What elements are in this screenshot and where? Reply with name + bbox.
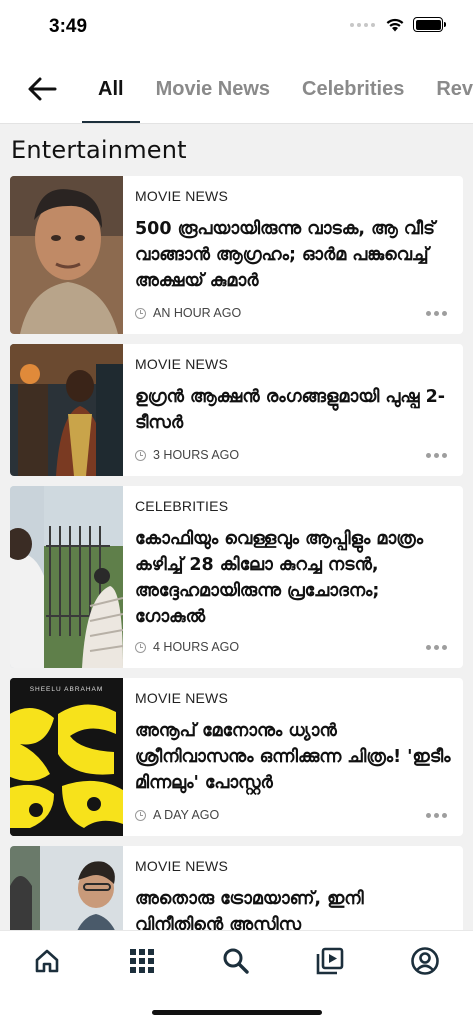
article-card[interactable]: CELEBRITIES കോഫിയും വെള്ളവും ആപ്പിളും മാ… bbox=[10, 486, 463, 668]
article-card[interactable]: SHEELU ABRAHAM MOVIE NEWS അനൂപ് മേനോനും … bbox=[10, 678, 463, 836]
nav-home[interactable] bbox=[27, 943, 67, 979]
article-time: 4 HOURS AGO bbox=[153, 640, 240, 654]
movie-still-photo-icon bbox=[10, 344, 123, 476]
more-options-button[interactable] bbox=[426, 311, 447, 316]
category-tab-bar: All Movie News Celebrities Reviews bbox=[0, 54, 473, 124]
home-indicator bbox=[152, 1010, 322, 1015]
arrow-left-icon bbox=[28, 77, 57, 101]
article-headline[interactable]: അതൊരു ട്രോമയാണ്, ഇനി വിനീതിൻെ അസിസ്റ്റ bbox=[135, 886, 451, 930]
back-button[interactable] bbox=[26, 74, 58, 104]
status-icons bbox=[350, 17, 446, 32]
portrait-photo-icon bbox=[10, 846, 123, 930]
video-library-icon bbox=[316, 947, 344, 975]
section-title: Entertainment bbox=[11, 136, 187, 164]
tab-celebrities[interactable]: Celebrities bbox=[286, 54, 420, 123]
article-card[interactable]: MOVIE NEWS ഉഗ്രൻ ആക്ഷൻ രംഗങ്ങളുമായി പുഷ്… bbox=[10, 344, 463, 476]
movie-poster-icon bbox=[10, 678, 123, 836]
article-feed[interactable]: Entertainment MOVIE NEWS 500 രൂപയായിരുന്… bbox=[0, 124, 473, 930]
article-thumbnail bbox=[10, 486, 123, 668]
article-headline[interactable]: കോഫിയും വെള്ളവും ആപ്പിളും മാത്രം കഴിച്ച്… bbox=[135, 526, 451, 630]
article-category: MOVIE NEWS bbox=[135, 858, 229, 874]
article-time: A DAY AGO bbox=[153, 808, 220, 822]
clock-icon bbox=[135, 449, 146, 461]
nav-videos[interactable] bbox=[310, 943, 350, 979]
tab-all[interactable]: All bbox=[82, 54, 140, 123]
nav-profile[interactable] bbox=[405, 943, 445, 979]
status-time: 3:49 bbox=[49, 16, 88, 37]
article-headline[interactable]: 500 രൂപയായിരുന്നു വാടക, ആ വീട് വാങ്ങാൻ ആ… bbox=[135, 216, 451, 294]
poster-credit: SHEELU ABRAHAM bbox=[29, 686, 104, 693]
clock-icon bbox=[135, 307, 146, 319]
article-card[interactable]: MOVIE NEWS 500 രൂപയായിരുന്നു വാടക, ആ വീട… bbox=[10, 176, 463, 334]
tab-movie-news[interactable]: Movie News bbox=[140, 54, 286, 123]
wifi-icon bbox=[386, 18, 404, 32]
clock-icon bbox=[135, 809, 146, 821]
tab-reviews[interactable]: Reviews bbox=[420, 54, 473, 123]
article-category: MOVIE NEWS bbox=[135, 690, 229, 706]
article-thumbnail: SHEELU ABRAHAM bbox=[10, 678, 123, 836]
home-icon bbox=[35, 949, 59, 973]
nav-search[interactable] bbox=[216, 943, 256, 979]
nav-categories[interactable] bbox=[122, 943, 162, 979]
more-options-button[interactable] bbox=[426, 645, 447, 650]
grid-icon bbox=[130, 949, 154, 973]
profile-icon bbox=[411, 947, 439, 975]
search-icon bbox=[223, 948, 249, 974]
article-meta: 3 HOURS AGO bbox=[135, 448, 239, 462]
article-thumbnail bbox=[10, 846, 123, 930]
article-card[interactable]: MOVIE NEWS അതൊരു ട്രോമയാണ്, ഇനി വിനീതിൻെ… bbox=[10, 846, 463, 930]
outdoor-photo-icon bbox=[10, 486, 123, 668]
clock-icon bbox=[135, 641, 146, 653]
article-category: MOVIE NEWS bbox=[135, 356, 229, 372]
battery-icon bbox=[413, 17, 446, 32]
article-meta: AN HOUR AGO bbox=[135, 306, 241, 320]
article-time: AN HOUR AGO bbox=[153, 306, 242, 320]
article-category: CELEBRITIES bbox=[135, 498, 229, 514]
article-headline[interactable]: ഉഗ്രൻ ആക്ഷൻ രംഗങ്ങളുമായി പുഷ്പ 2- ടീസർ bbox=[135, 384, 451, 436]
bottom-navigation bbox=[0, 930, 473, 1024]
article-thumbnail bbox=[10, 176, 123, 334]
signal-dots-icon bbox=[350, 22, 375, 27]
article-thumbnail bbox=[10, 344, 123, 476]
status-bar: 3:49 bbox=[0, 0, 473, 54]
more-options-button[interactable] bbox=[426, 453, 447, 458]
article-headline[interactable]: അനൂപ് മേനോനും ധ്യാൻ ശ്രീനിവാസനും ഒന്നിക്… bbox=[135, 718, 451, 796]
more-options-button[interactable] bbox=[426, 813, 447, 818]
article-meta: 4 HOURS AGO bbox=[135, 640, 239, 654]
portrait-photo-icon bbox=[10, 176, 123, 334]
article-time: 3 HOURS AGO bbox=[153, 448, 240, 462]
article-meta: A DAY AGO bbox=[135, 808, 219, 822]
article-category: MOVIE NEWS bbox=[135, 188, 229, 204]
tabs: All Movie News Celebrities Reviews bbox=[82, 54, 473, 123]
